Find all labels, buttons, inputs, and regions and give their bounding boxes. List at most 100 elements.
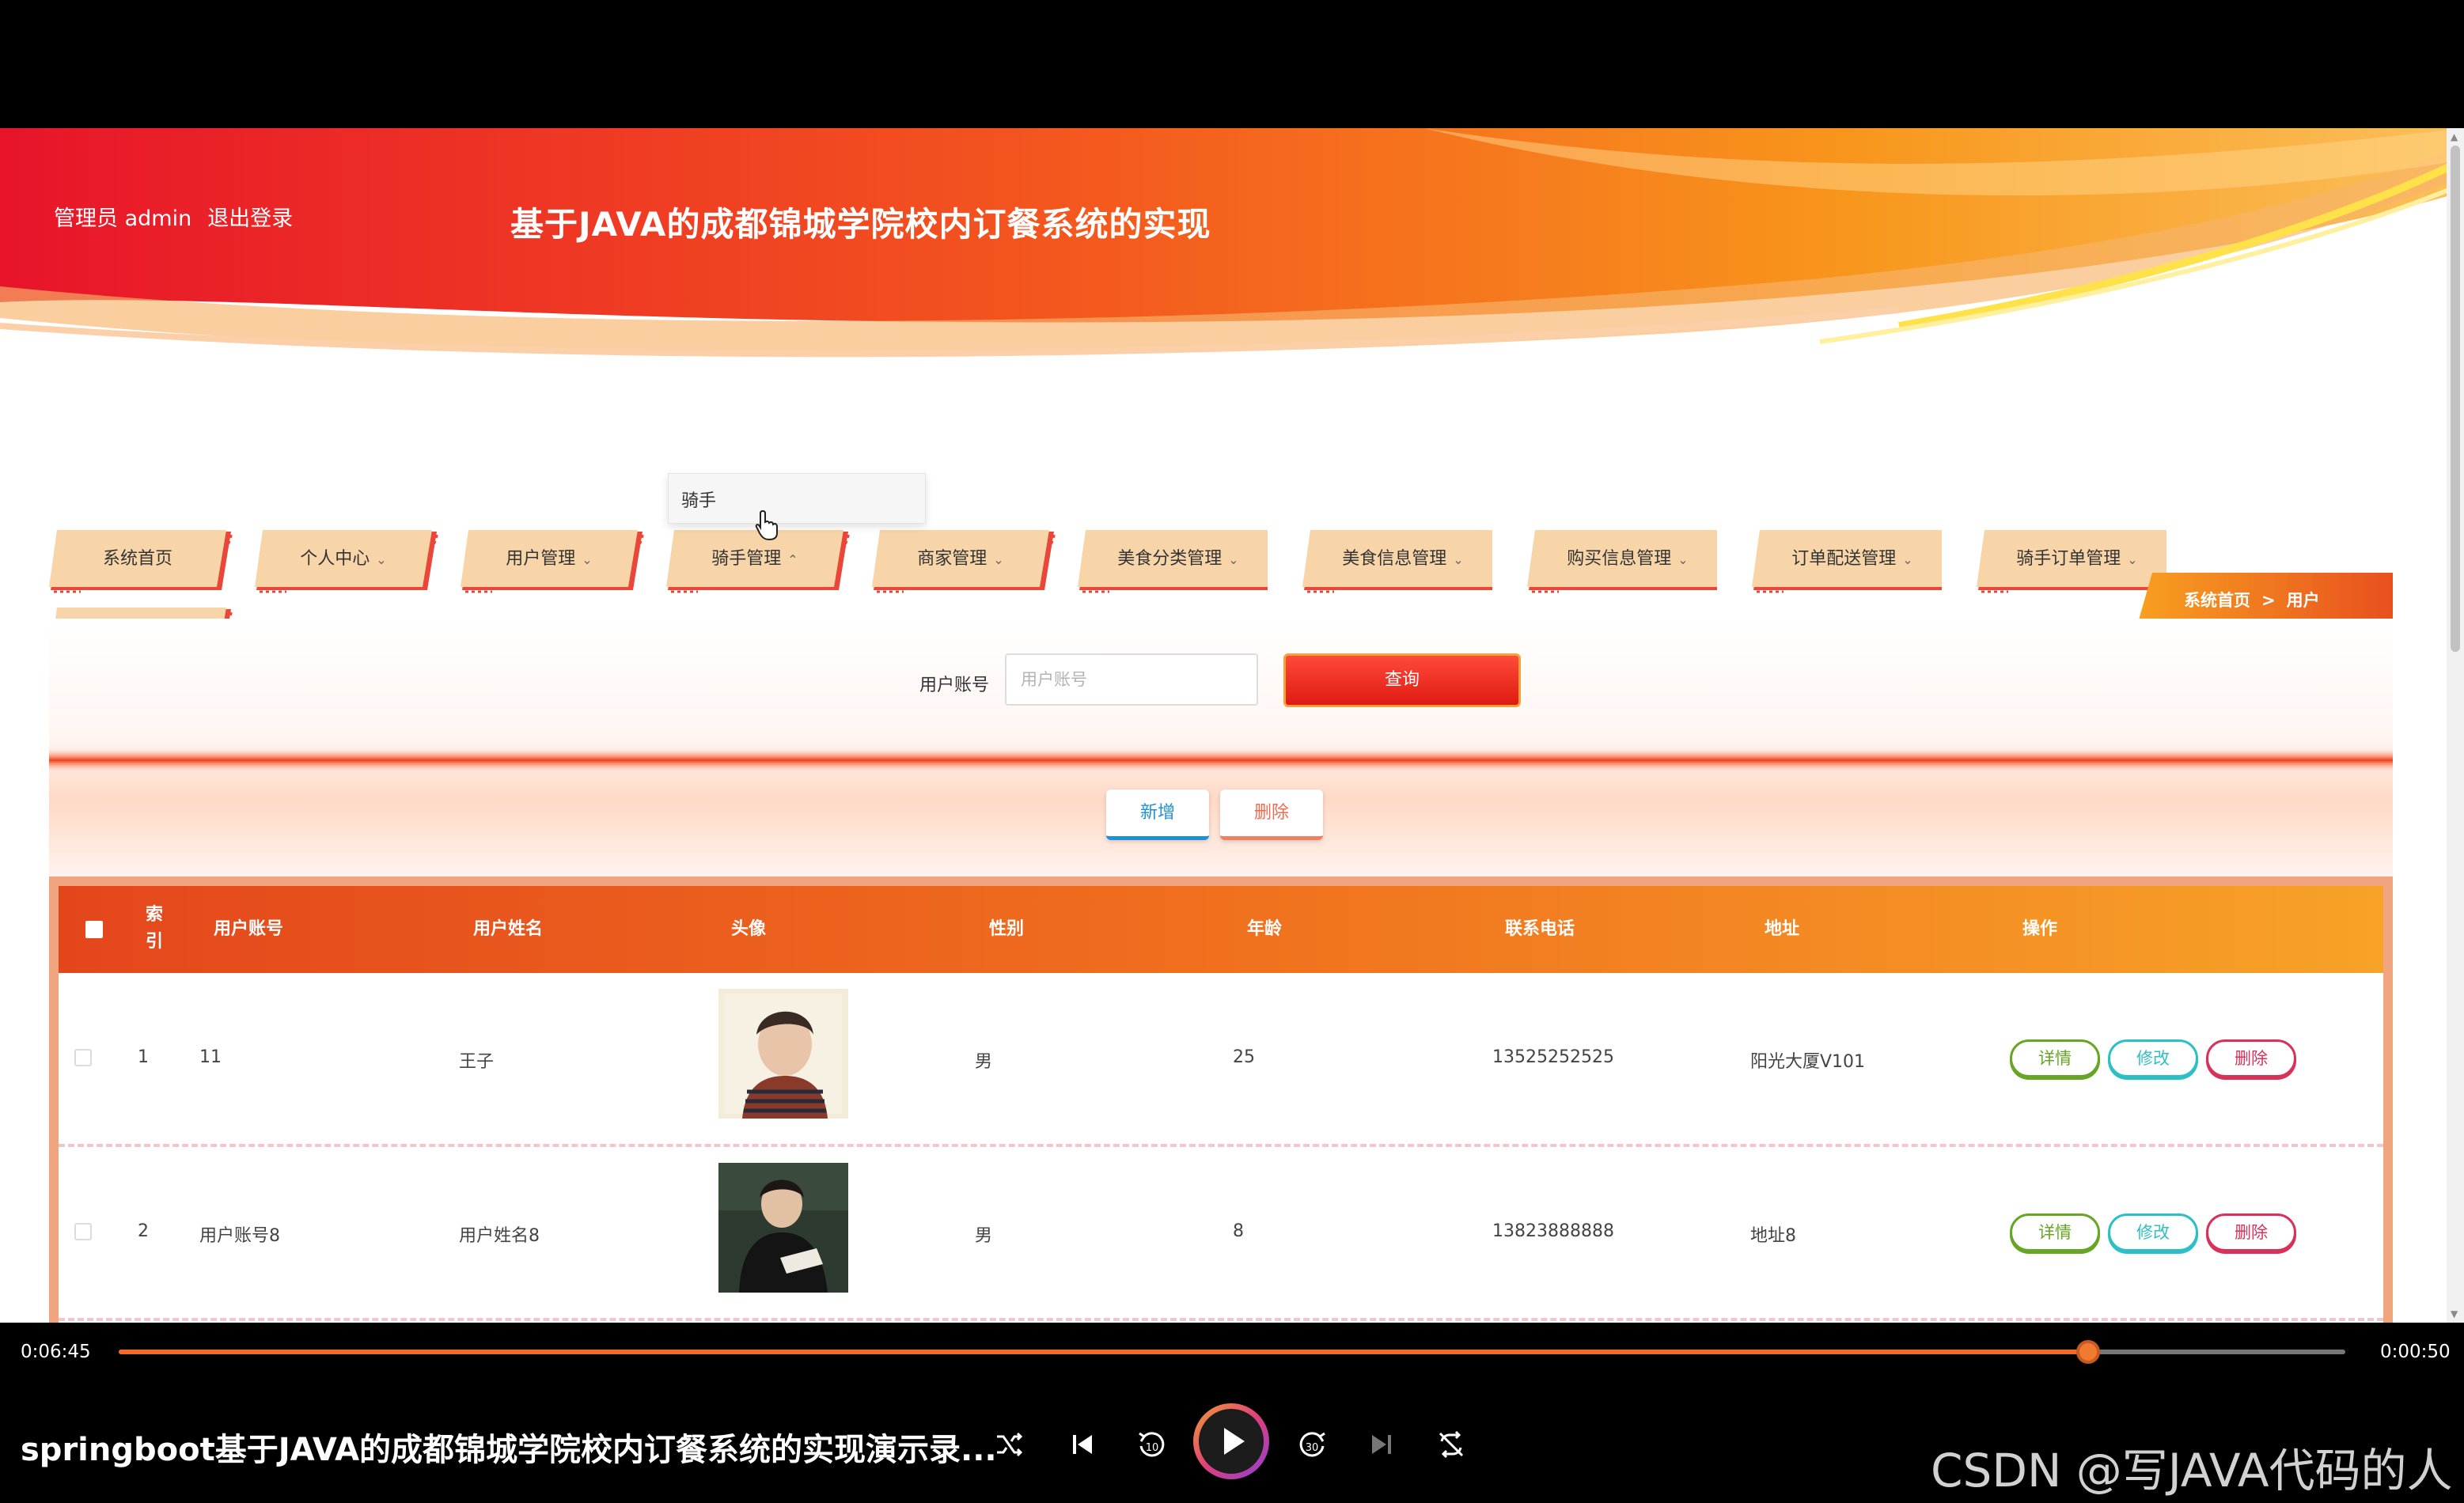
seek-bar-progress <box>119 1350 2092 1354</box>
nav-tab[interactable]: 系统首页 <box>49 530 239 593</box>
table-row: 1 11 王子 男 25 13525252525 阳光大厦V101 详情 修改 … <box>59 973 2383 1147</box>
nav-tab-label: 个人中心 ⌄ <box>255 530 432 589</box>
chevron-up-icon: ⌃ <box>787 552 798 567</box>
header-address: 地址 <box>1765 919 1800 939</box>
repeat-icon[interactable] <box>1435 1429 1467 1460</box>
watermark: CSDN @写JAVA代码的人 <box>1931 1444 2453 1497</box>
nav-tab-label: 订单配送管理 ⌄ <box>1752 530 1953 589</box>
user-table: 索引 用户账号 用户姓名 头像 性别 年龄 联系电话 地址 操作 1 11 王子 <box>49 876 2393 1323</box>
header-avatar: 头像 <box>731 919 767 939</box>
cell-phone: 13525252525 <box>1492 1047 1614 1067</box>
logout-link[interactable]: 退出登录 <box>207 206 293 231</box>
breadcrumb-separator: > <box>2261 591 2276 610</box>
cell-account: 用户账号8 <box>199 1226 280 1246</box>
shuffle-icon[interactable] <box>994 1429 1025 1460</box>
nav-tab-label: 购买信息管理 ⌄ <box>1527 530 1728 589</box>
rewind-10-icon[interactable]: 10 <box>1135 1427 1169 1462</box>
cell-name: 王子 <box>459 1052 495 1072</box>
nav-tab-label: 美食信息管理 ⌄ <box>1302 530 1503 589</box>
nav-tab[interactable]: 购买信息管理 ⌄ <box>1527 530 1741 593</box>
header-name: 用户姓名 <box>473 919 544 939</box>
rider-dropdown-menu: 骑手 <box>668 473 926 524</box>
nav-tab[interactable]: 商家管理 ⌄ <box>872 530 1062 593</box>
nav-tab-text: 骑手订单管理 <box>2016 549 2121 569</box>
edit-button[interactable]: 修改 <box>2108 1213 2198 1251</box>
play-button[interactable] <box>1193 1403 1269 1479</box>
elapsed-time: 0:06:45 <box>21 1342 91 1362</box>
scroll-down-icon[interactable]: ▼ <box>2451 1308 2458 1319</box>
nav-tab-label: 美食分类管理 ⌄ <box>1078 530 1279 589</box>
chevron-down-icon: ⌄ <box>582 552 593 567</box>
query-button[interactable]: 查询 <box>1283 653 1521 707</box>
nav-tab-text: 购买信息管理 <box>1567 549 1672 569</box>
nav-tab[interactable]: 个人中心 ⌄ <box>255 530 445 593</box>
select-all-checkbox[interactable] <box>85 921 103 938</box>
batch-delete-button[interactable]: 删除 <box>1220 789 1323 840</box>
detail-button[interactable]: 详情 <box>2010 1039 2100 1077</box>
nav-tab-label: 用户管理 ⌄ <box>461 530 638 589</box>
search-label: 用户账号 <box>919 676 990 695</box>
chevron-down-icon: ⌄ <box>993 552 1004 567</box>
nav-tab[interactable]: 美食分类管理 ⌄ <box>1078 530 1291 593</box>
seek-handle[interactable] <box>2076 1340 2100 1364</box>
scroll-up-icon[interactable]: ▲ <box>2451 131 2458 142</box>
svg-text:30: 30 <box>1306 1442 1319 1454</box>
account-search-input[interactable] <box>1005 653 1258 706</box>
next-icon[interactable] <box>1366 1429 1397 1460</box>
chevron-down-icon: ⌄ <box>1228 552 1239 567</box>
chevron-down-icon: ⌄ <box>2127 552 2138 567</box>
header-phone: 联系电话 <box>1505 919 1575 939</box>
nav-tab-text: 商家管理 <box>917 549 987 569</box>
page-scrollbar[interactable]: ▲ ▼ <box>2447 128 2464 1323</box>
table-row: 2 用户账号8 用户姓名8 男 8 13823888888 地址8 详情 修改 … <box>59 1147 2383 1321</box>
cell-address: 阳光大厦V101 <box>1750 1052 1866 1072</box>
hand-cursor-icon <box>755 509 778 541</box>
divider-glow <box>49 748 2393 772</box>
forward-30-icon[interactable]: 30 <box>1295 1427 1329 1462</box>
row-checkbox[interactable] <box>74 1223 92 1240</box>
admin-web-page: 管理员 admin 退出登录 基于JAVA的成都锦城学院校内订餐系统的实现 系统首… <box>0 128 2464 1323</box>
avatar-image <box>718 1163 848 1293</box>
cell-name: 用户姓名8 <box>459 1226 540 1246</box>
delete-button[interactable]: 删除 <box>2206 1213 2296 1251</box>
cell-phone: 13823888888 <box>1492 1221 1614 1241</box>
header-account: 用户账号 <box>214 919 284 939</box>
nav-tab[interactable]: 订单配送管理 ⌄ <box>1752 530 1966 593</box>
play-button-inner <box>1199 1409 1264 1474</box>
add-button[interactable]: 新增 <box>1106 789 1209 840</box>
breadcrumb-home[interactable]: 系统首页 <box>2184 591 2250 610</box>
dropdown-item-rider[interactable]: 骑手 <box>681 486 716 512</box>
cell-age: 8 <box>1233 1221 1244 1241</box>
chevron-down-icon: ⌄ <box>376 552 387 567</box>
nav-tab-text: 骑手管理 <box>711 549 782 569</box>
nav-tab-text: 美食分类管理 <box>1117 549 1223 569</box>
header-banner: 管理员 admin 退出登录 基于JAVA的成都锦城学院校内订餐系统的实现 <box>0 128 2464 373</box>
delete-button[interactable]: 删除 <box>2206 1039 2296 1077</box>
admin-info: 管理员 admin 退出登录 <box>54 201 309 232</box>
nav-tab-text: 美食信息管理 <box>1342 549 1447 569</box>
nav-tab-label: 商家管理 ⌄ <box>872 530 1049 589</box>
header-operations: 操作 <box>2022 919 2058 939</box>
detail-button[interactable]: 详情 <box>2010 1213 2100 1251</box>
nav-tab[interactable]: 用户管理 ⌄ <box>461 530 650 593</box>
avatar-image <box>718 989 848 1119</box>
cell-gender: 男 <box>975 1226 993 1246</box>
svg-text:10: 10 <box>1146 1442 1159 1454</box>
nav-tab[interactable]: 美食信息管理 ⌄ <box>1302 530 1516 593</box>
seek-bar[interactable] <box>119 1350 2345 1354</box>
nav-tab-text: 系统首页 <box>102 549 172 569</box>
table-header: 索引 用户账号 用户姓名 头像 性别 年龄 联系电话 地址 操作 <box>59 886 2383 973</box>
edit-button[interactable]: 修改 <box>2108 1039 2198 1077</box>
chevron-down-icon: ⌄ <box>1453 552 1464 567</box>
cell-index: 2 <box>138 1221 149 1241</box>
play-icon <box>1224 1428 1245 1455</box>
cell-account: 11 <box>199 1047 222 1067</box>
row-checkbox[interactable] <box>74 1049 92 1066</box>
nav-tab-text: 个人中心 <box>300 549 370 569</box>
scrollbar-thumb[interactable] <box>2451 146 2460 652</box>
cell-address: 地址8 <box>1750 1226 1796 1246</box>
remaining-time: 0:00:50 <box>2380 1342 2451 1362</box>
previous-icon[interactable] <box>1067 1429 1098 1460</box>
cell-age: 25 <box>1233 1047 1255 1067</box>
banner-background <box>0 128 2464 373</box>
